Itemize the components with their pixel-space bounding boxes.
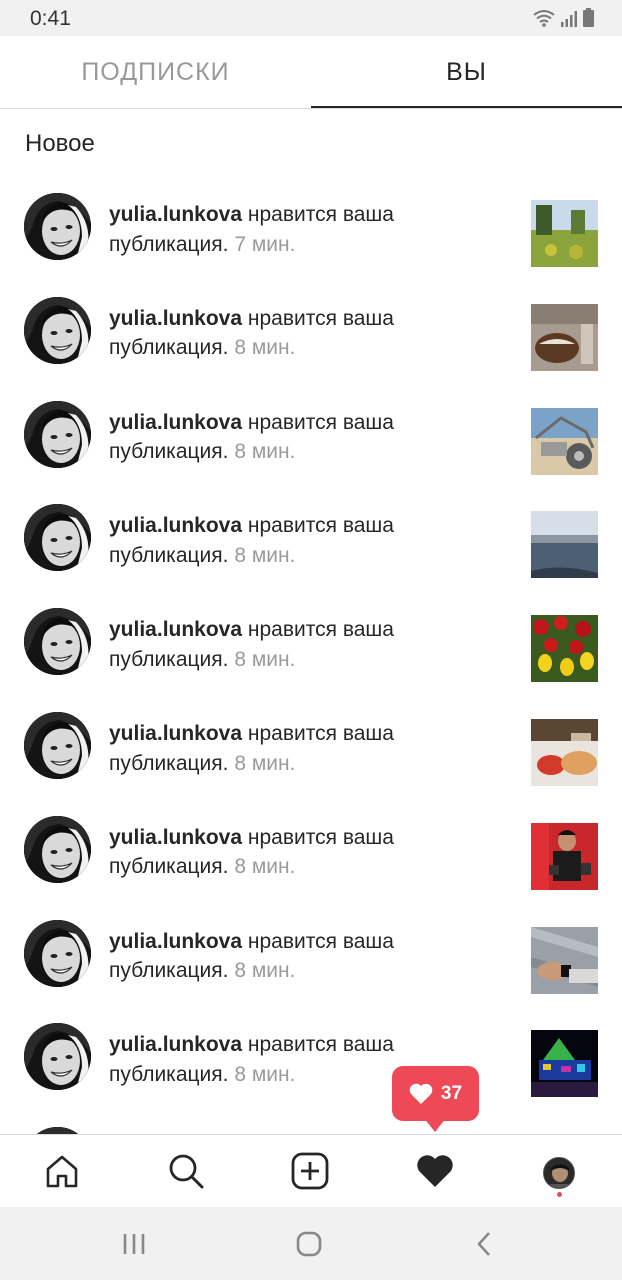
user-avatar[interactable] [24,504,91,572]
activity-tabs: ПОДПИСКИ ВЫ [0,36,622,109]
tab-following[interactable]: ПОДПИСКИ [0,36,311,109]
add-post-icon [291,1152,329,1190]
user-avatar[interactable] [24,296,91,364]
recent-apps-button[interactable] [114,1229,154,1259]
activity-time: 8 мин. [234,751,296,775]
profile-avatar-image [544,1158,574,1188]
tab-you[interactable]: ВЫ [311,36,622,109]
wifi-icon [533,10,555,27]
activity-text: yulia.lunkova нравится ваша публикация. … [109,615,429,674]
activity-text: yulia.lunkova нравится ваша публикация. … [109,511,429,570]
activity-item[interactable]: yulia.lunkova нравится ваша публикация. … [0,471,622,579]
activity-button[interactable] [415,1151,455,1191]
post-thumbnail[interactable] [531,822,598,890]
battery-icon [583,8,594,27]
activity-item[interactable]: yulia.lunkova нравится ваша публикация. … [0,575,622,683]
status-icons [533,8,594,27]
section-title-new: Новое [25,130,95,157]
post-thumbnail[interactable] [531,407,598,475]
heart-filled-icon [417,1155,453,1187]
bottom-nav [0,1134,622,1207]
post-thumbnail[interactable] [531,200,598,267]
username-link[interactable]: yulia.lunkova [109,1033,242,1056]
activity-time: 8 мин. [234,336,296,360]
active-tab-indicator [311,106,622,108]
activity-item[interactable]: yulia.lunkova нравится ваша публикация. … [0,887,622,994]
activity-feed[interactable]: yulia.lunkova нравится ваша публикация. … [0,160,622,1135]
activity-time: 8 мин. [234,959,296,983]
post-thumbnail[interactable] [531,615,598,683]
activity-time: 8 мин. [234,855,296,879]
home-circle-icon [296,1231,322,1257]
post-thumbnail[interactable] [531,1030,598,1098]
user-avatar[interactable] [24,193,91,260]
username-link[interactable]: yulia.lunkova [109,722,242,745]
system-home-button[interactable] [289,1229,329,1259]
username-link[interactable]: yulia.lunkova [109,514,242,537]
post-thumbnail[interactable] [531,303,598,371]
activity-text: yulia.lunkova нравится ваша публикация. … [109,408,429,467]
new-post-button[interactable] [290,1151,330,1191]
user-avatar[interactable] [24,919,91,987]
username-link[interactable]: yulia.lunkova [109,203,242,226]
search-icon [169,1154,204,1189]
activity-time: 7 мин. [234,232,296,256]
activity-item[interactable]: yulia.lunkova нравится ваша публикация. … [0,783,622,890]
bubble-tail [424,1118,446,1132]
activity-time: 8 мин. [234,440,296,464]
activity-time: 8 мин. [234,543,296,567]
status-bar: 0:41 [0,0,622,36]
activity-time: 8 мин. [234,1062,296,1086]
search-button[interactable] [166,1151,206,1191]
username-link[interactable]: yulia.lunkova [109,930,242,953]
user-avatar[interactable] [24,815,91,883]
heart-icon [409,1083,433,1104]
activity-text: yulia.lunkova нравится ваша публикация. … [109,200,429,259]
username-link[interactable]: yulia.lunkova [109,826,242,849]
post-thumbnail[interactable] [531,719,598,786]
activity-item-partial[interactable] [0,1094,622,1135]
likes-notification-bubble[interactable]: 37 [392,1066,479,1121]
activity-text: yulia.lunkova нравится ваша публикация. … [109,719,429,778]
activity-text: yulia.lunkova нравится ваша публикация. … [109,823,429,882]
activity-item[interactable]: yulia.lunkova нравится ваша публикация. … [0,990,622,1098]
activity-item[interactable]: yulia.lunkova нравится ваша публикация. … [0,368,622,475]
user-avatar[interactable] [24,400,91,468]
username-link[interactable]: yulia.lunkova [109,307,242,330]
activity-item[interactable]: yulia.lunkova нравится ваша публикация. … [0,264,622,371]
signal-icon [561,11,577,27]
back-icon [477,1232,490,1256]
recent-apps-icon [123,1234,145,1254]
post-thumbnail[interactable] [531,511,598,579]
activity-text: yulia.lunkova нравится ваша публикация. … [109,304,429,363]
user-avatar[interactable] [24,608,91,676]
activity-item[interactable]: yulia.lunkova нравится ваша публикация. … [0,679,622,786]
likes-count: 37 [440,1082,463,1104]
post-thumbnail[interactable] [531,926,598,994]
profile-notification-dot [557,1192,562,1197]
activity-time: 8 мин. [234,647,296,671]
status-time: 0:41 [30,7,71,30]
profile-avatar[interactable] [543,1157,575,1189]
user-avatar[interactable] [24,1023,91,1091]
user-avatar[interactable] [24,712,91,779]
system-nav-bar [0,1207,622,1280]
username-link[interactable]: yulia.lunkova [109,411,242,434]
back-button[interactable] [464,1229,504,1259]
activity-text: yulia.lunkova нравится ваша публикация. … [109,1030,429,1089]
activity-item[interactable]: yulia.lunkova нравится ваша публикация. … [0,160,622,267]
activity-text: yulia.lunkova нравится ваша публикация. … [109,927,429,986]
home-button[interactable] [42,1151,82,1191]
username-link[interactable]: yulia.lunkova [109,618,242,641]
home-icon [46,1155,78,1188]
